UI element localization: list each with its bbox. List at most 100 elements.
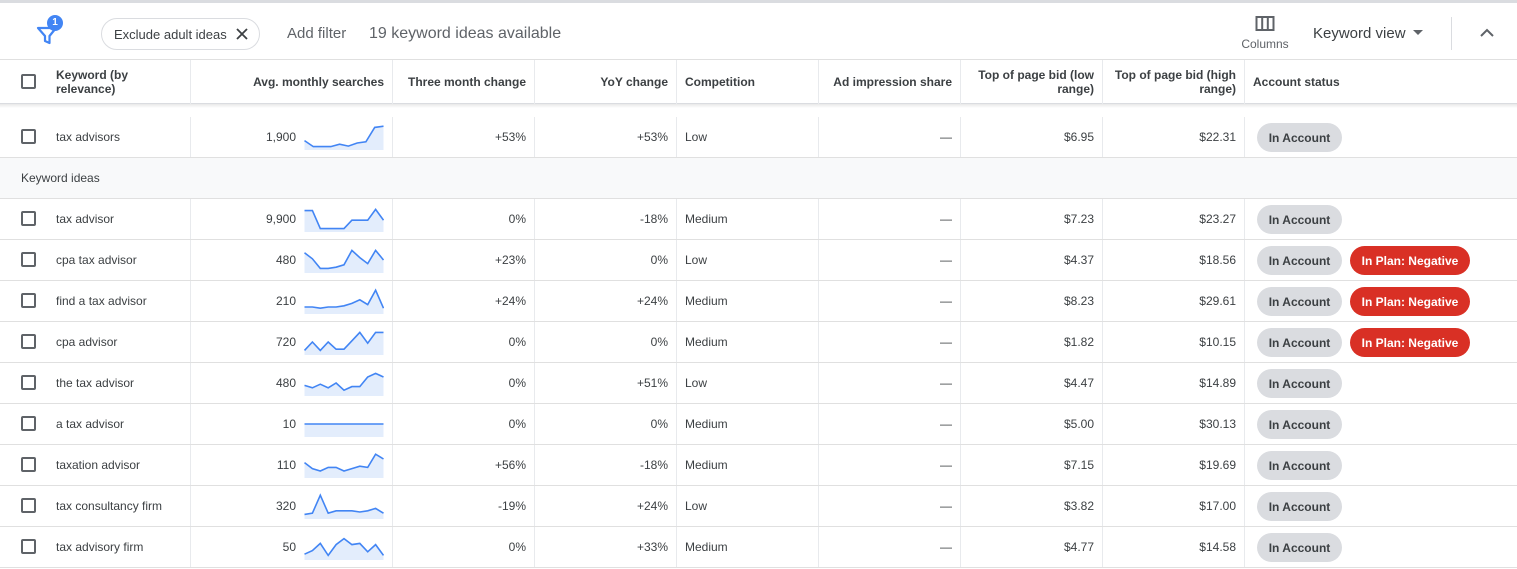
three-month-change-cell: 0% [393,527,535,567]
column-divider [392,240,393,280]
avg-monthly-searches-cell: 50 [282,540,296,554]
trend-sparkline[interactable] [304,206,384,232]
trend-sparkline[interactable] [304,124,384,150]
select-all-checkbox[interactable] [21,74,36,89]
in-plan-negative-badge[interactable]: In Plan: Negative [1350,287,1470,316]
table-row[interactable]: taxation advisor 110 +56% -18% Medium — $7.15 $… [0,445,1517,486]
close-icon[interactable] [234,26,250,42]
top-bid-high-cell: $30.13 [1103,404,1245,444]
keyword-cell[interactable]: taxation advisor [48,445,191,485]
ad-impression-share-cell: — [819,240,961,280]
keyword-cell[interactable]: find a tax advisor [48,281,191,321]
three-month-change-cell: 0% [393,363,535,403]
keyword-cell[interactable]: tax consultancy firm [48,486,191,526]
header-competition[interactable]: Competition [677,60,819,104]
ad-impression-share-cell: — [819,445,961,485]
avg-monthly-searches-cell: 480 [275,376,296,390]
yoy-change-cell: -18% [535,199,677,239]
table-row[interactable]: a tax advisor 10 0% 0% Medium — $5.00 $30.13 In … [0,404,1517,445]
row-checkbox[interactable] [21,375,36,390]
trend-sparkline[interactable] [304,534,384,560]
three-month-change-cell: +53% [393,117,535,157]
ad-impression-share-cell: — [819,199,961,239]
table-row[interactable]: tax consultancy firm 320 -19% +24% Low — $3.82… [0,486,1517,527]
keyword-cell[interactable]: cpa advisor [48,322,191,362]
ad-impression-share-cell: — [819,117,961,157]
table-row[interactable]: the tax advisor 480 0% +51% Low — $4.47 $14.89 I… [0,363,1517,404]
row-checkbox[interactable] [21,498,36,513]
chip-label: Exclude adult ideas [114,26,227,42]
trend-sparkline[interactable] [304,247,384,273]
three-month-change-cell: 0% [393,199,535,239]
table-row[interactable]: cpa tax advisor 480 +23% 0% Low — $4.37 $18.56 I… [0,240,1517,281]
top-bid-low-cell: $7.23 [961,199,1103,239]
competition-cell: Medium [677,281,819,321]
keyword-cell[interactable]: the tax advisor [48,363,191,403]
header-yoy-change[interactable]: YoY change [535,60,677,104]
keyword-cell[interactable]: tax advisors [48,117,191,157]
trend-sparkline[interactable] [304,370,384,396]
exclude-adult-ideas-chip[interactable]: Exclude adult ideas [101,18,260,50]
table-row[interactable]: tax advisory firm 50 0% +33% Medium — $4.77 $14… [0,527,1517,568]
competition-cell: Low [677,363,819,403]
in-account-badge: In Account [1257,533,1342,562]
top-bid-high-cell: $17.00 [1103,486,1245,526]
section-label: Keyword ideas [21,171,100,185]
row-checkbox[interactable] [21,211,36,226]
row-checkbox[interactable] [21,416,36,431]
trend-sparkline[interactable] [304,452,384,478]
row-checkbox[interactable] [21,334,36,349]
in-account-badge: In Account [1257,123,1342,152]
table-row[interactable]: find a tax advisor 210 +24% +24% Medium — $8.2… [0,281,1517,322]
add-filter-button[interactable]: Add filter [287,25,346,42]
row-checkbox[interactable] [21,539,36,554]
sparkline-area [304,454,384,478]
columns-button[interactable]: Columns [1235,15,1295,57]
caret-down-icon[interactable] [1413,30,1423,35]
header-top-bid-low[interactable]: Top of page bid (low range) [961,60,1103,104]
row-checkbox[interactable] [21,129,36,144]
keyword-cell[interactable]: a tax advisor [48,404,191,444]
keyword-cell[interactable]: tax advisory firm [48,527,191,567]
top-bid-high-cell: $19.69 [1103,445,1245,485]
trend-sparkline[interactable] [304,411,384,437]
chevron-up-icon[interactable] [1478,25,1496,41]
keyword-cell[interactable]: tax advisor [48,199,191,239]
sparkline-area [304,495,384,519]
top-bid-low-cell: $6.95 [961,117,1103,157]
in-plan-negative-badge[interactable]: In Plan: Negative [1350,246,1470,275]
in-plan-negative-badge[interactable]: In Plan: Negative [1350,328,1470,357]
top-bid-low-cell: $8.23 [961,281,1103,321]
three-month-change-cell: +24% [393,281,535,321]
avg-monthly-searches-cell: 9,900 [265,212,296,226]
competition-cell: Medium [677,527,819,567]
top-bid-high-cell: $18.56 [1103,240,1245,280]
column-divider [392,363,393,403]
trend-sparkline[interactable] [304,493,384,519]
header-keyword[interactable]: Keyword (by relevance) [48,60,191,104]
header-three-month-change[interactable]: Three month change [393,60,535,104]
keyword-cell[interactable]: cpa tax advisor [48,240,191,280]
table-row[interactable]: cpa advisor 720 0% 0% Medium — $1.82 $10.15 In A… [0,322,1517,363]
three-month-change-cell: 0% [393,322,535,362]
filter-count-badge: 1 [47,15,63,31]
table-row[interactable]: tax advisors 1,900 +53% +53% Low — $6.95 $22.31… [0,117,1517,158]
header-ad-impression-share[interactable]: Ad impression share [819,60,961,104]
section-header-row: Keyword ideas [0,158,1517,199]
header-top-bid-high[interactable]: Top of page bid (high range) [1103,60,1245,104]
top-bid-low-cell: $7.15 [961,445,1103,485]
trend-sparkline[interactable] [304,288,384,314]
competition-cell: Low [677,117,819,157]
table-row[interactable]: tax advisor 9,900 0% -18% Medium — $7.23 $23.27… [0,199,1517,240]
header-account-status[interactable]: Account status [1245,60,1517,104]
row-checkbox[interactable] [21,457,36,472]
row-checkbox[interactable] [21,252,36,267]
three-month-change-cell: +56% [393,445,535,485]
column-divider [392,486,393,526]
header-avg-monthly-searches[interactable]: Avg. monthly searches [191,60,393,104]
row-checkbox[interactable] [21,293,36,308]
column-divider [392,445,393,485]
keyword-view-dropdown[interactable]: Keyword view [1313,25,1406,42]
ad-impression-share-cell: — [819,527,961,567]
trend-sparkline[interactable] [304,329,384,355]
